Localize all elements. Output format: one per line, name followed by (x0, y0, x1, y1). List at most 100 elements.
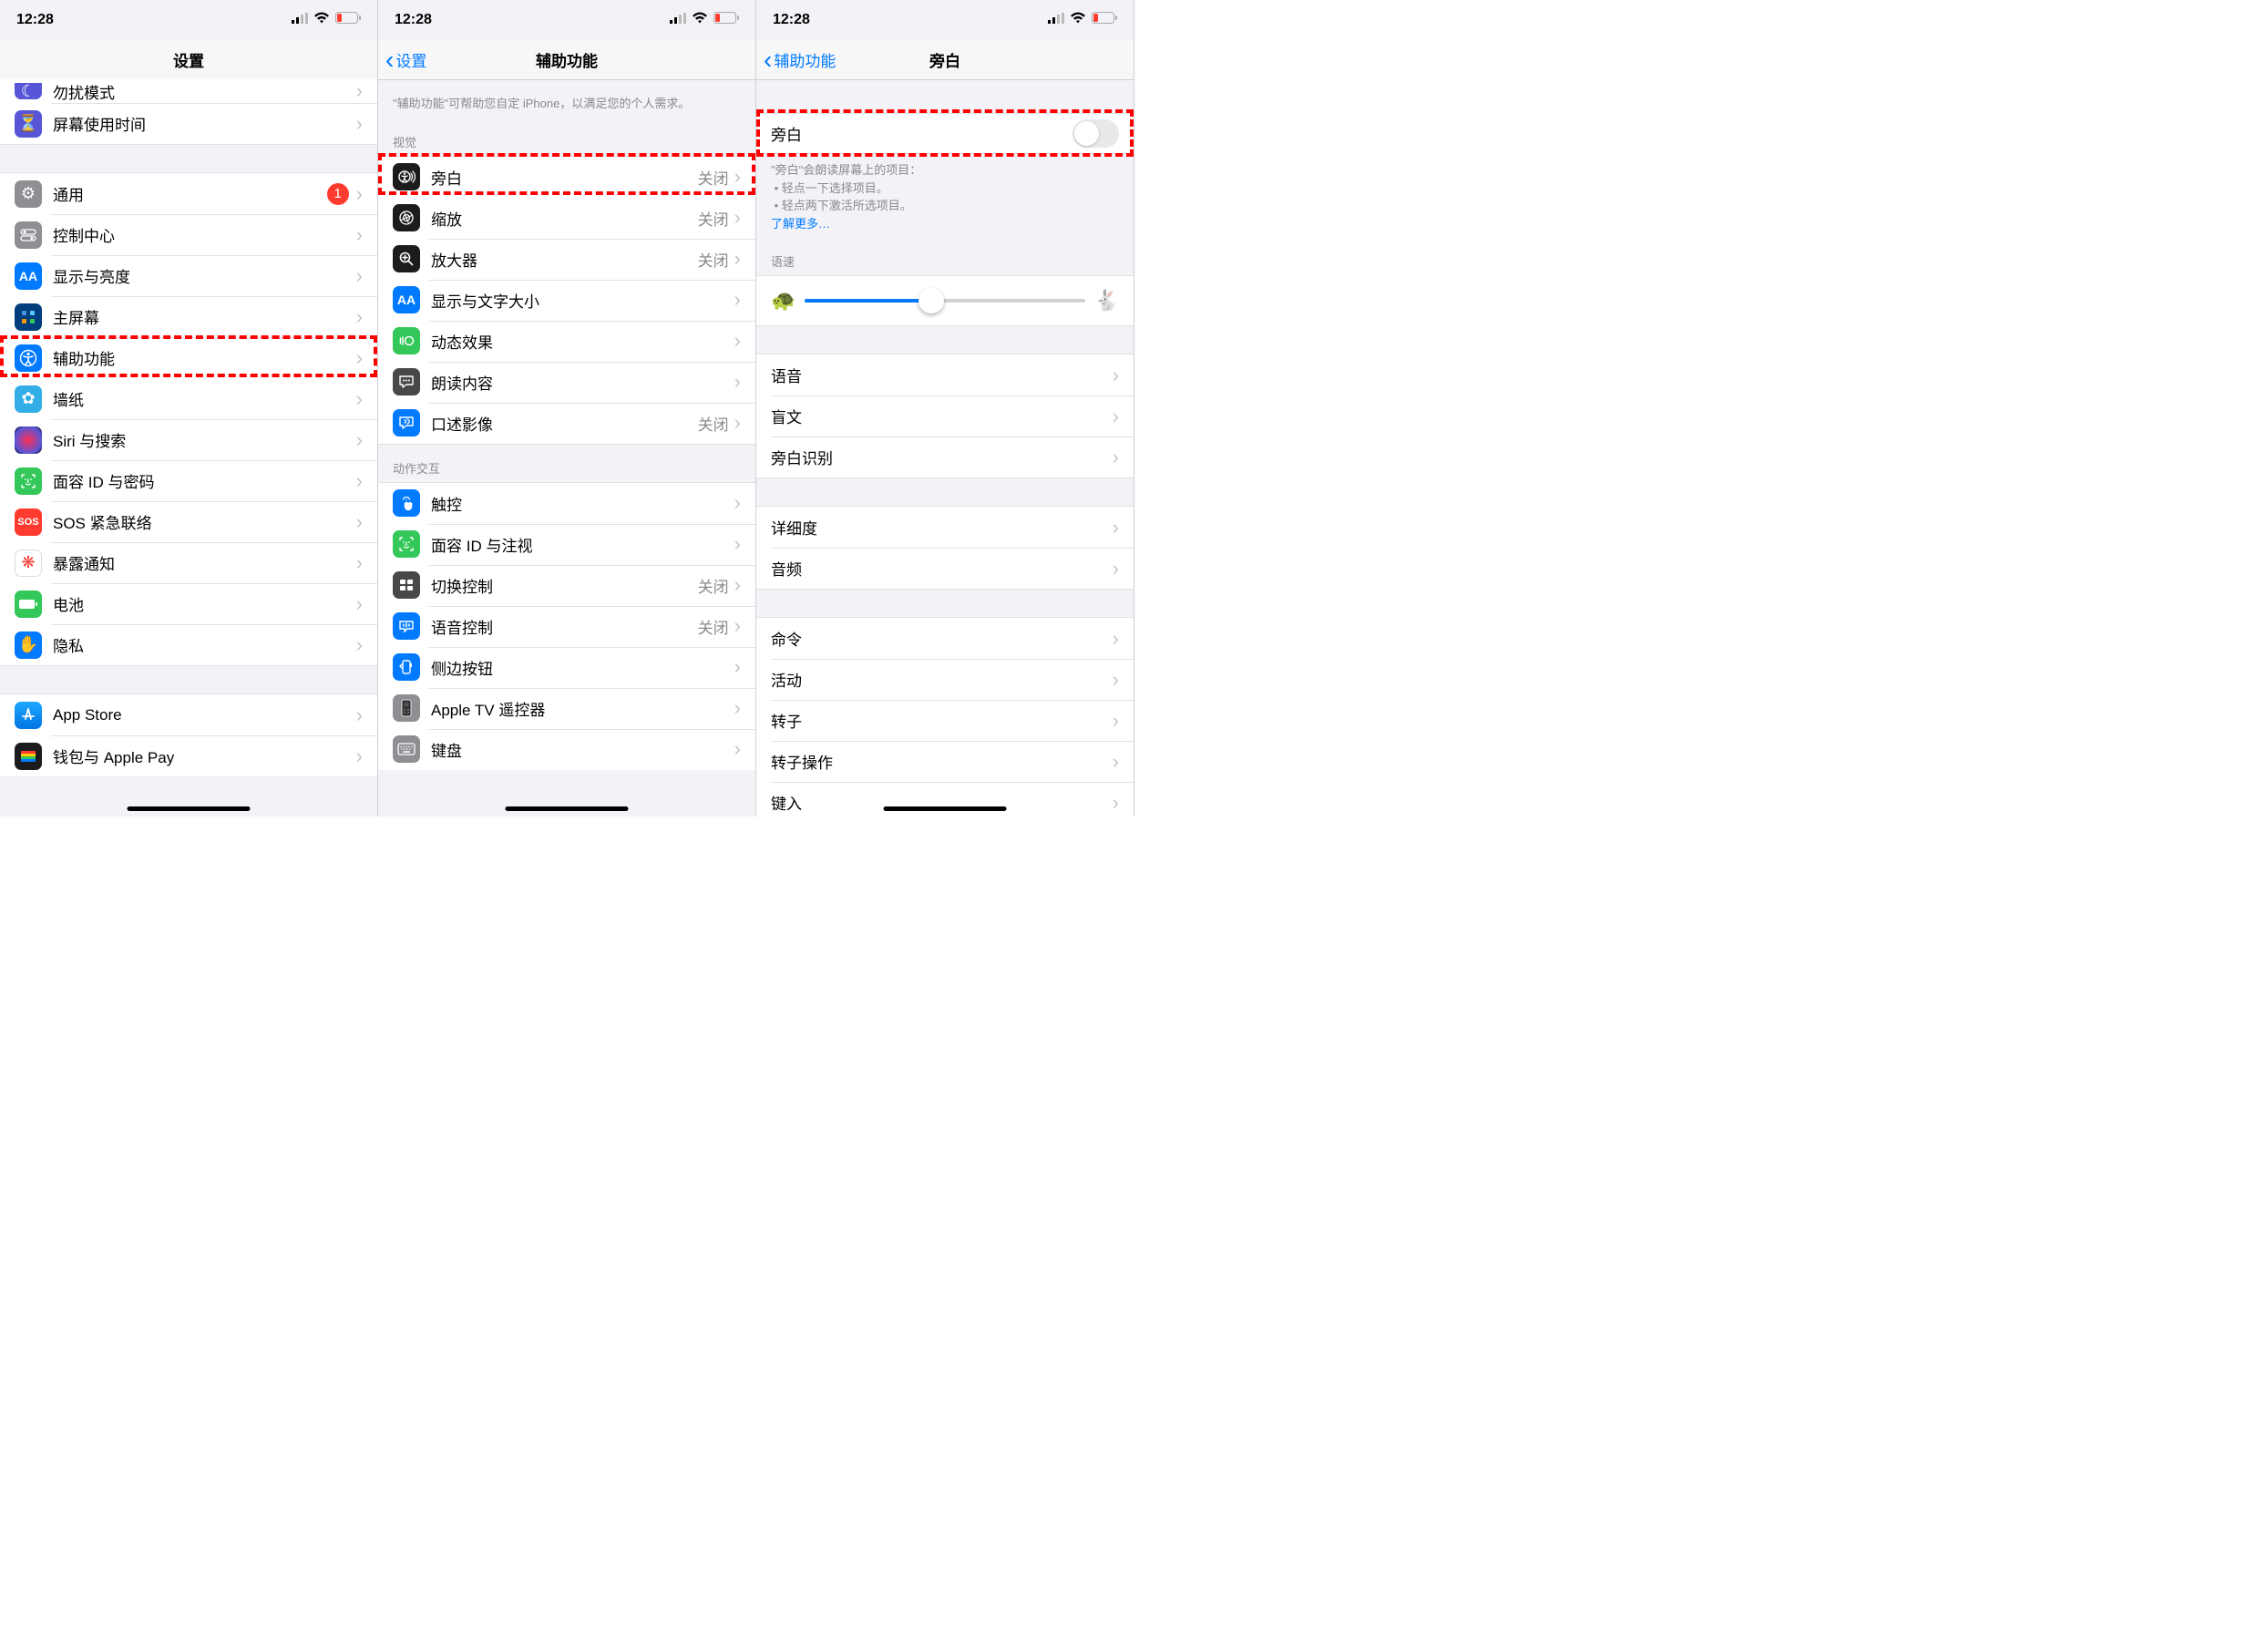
row-faceid-passcode[interactable]: 面容 ID 与密码 › (0, 460, 377, 501)
row-wallet-applepay[interactable]: 钱包与 Apple Pay › (0, 735, 377, 776)
status-bar: 12:28 (756, 0, 1134, 40)
chevron-right-icon: › (356, 223, 363, 247)
speed-slider-row: 🐢 🐇 (756, 275, 1134, 326)
section-vision: 视觉 (378, 118, 755, 156)
row-privacy[interactable]: ✋ 隐私 › (0, 624, 377, 665)
chevron-right-icon: › (734, 532, 741, 556)
row-display-text-size[interactable]: AA 显示与文字大小 › (378, 280, 755, 321)
chevron-right-icon: › (1113, 750, 1119, 774)
row-magnifier[interactable]: 放大器 关闭 › (378, 239, 755, 280)
chevron-right-icon: › (356, 264, 363, 288)
flower-icon: ✿ (15, 385, 42, 413)
chevron-right-icon: › (356, 469, 363, 493)
row-general[interactable]: ⚙ 通用 1 › (0, 173, 377, 214)
chevron-right-icon: › (734, 737, 741, 761)
chevron-right-icon: › (734, 411, 741, 435)
siri-icon (15, 426, 42, 454)
battery-low-icon (713, 12, 739, 28)
chevron-right-icon: › (734, 370, 741, 394)
grid-icon (15, 303, 42, 331)
row-commands[interactable]: 命令› (756, 618, 1134, 659)
page-title: 辅助功能 (536, 48, 598, 71)
chevron-right-icon: › (734, 206, 741, 230)
voiceover-panel: 12:28 ‹ 辅助功能 旁白 旁白 "旁白"会朗读屏幕上的项目： • 轻点一下… (756, 0, 1134, 816)
switch-ctrl-icon (393, 571, 420, 599)
chevron-left-icon: ‹ (385, 47, 394, 73)
chevron-right-icon: › (734, 491, 741, 515)
back-button[interactable]: ‹ 设置 (385, 47, 426, 73)
chevron-right-icon: › (1113, 557, 1119, 580)
gear-icon: ⚙ (15, 180, 42, 208)
row-rotor[interactable]: 转子› (756, 700, 1134, 741)
accessibility-panel: 12:28 ‹ 设置 辅助功能 "辅助功能"可帮助您自定 iPhone，以满足您… (378, 0, 756, 816)
row-wallpaper[interactable]: ✿ 墙纸 › (0, 378, 377, 419)
status-time: 12:28 (395, 12, 432, 28)
row-typing[interactable]: 键入› (756, 782, 1134, 816)
row-vo-recognition[interactable]: 旁白识别› (756, 436, 1134, 478)
row-zoom[interactable]: 缩放 关闭 › (378, 198, 755, 239)
row-braille[interactable]: 盲文› (756, 395, 1134, 436)
row-appletv-remote[interactable]: Apple TV 遥控器 › (378, 688, 755, 729)
signal-icon (670, 12, 686, 28)
row-appstore[interactable]: App Store › (0, 694, 377, 735)
row-touch[interactable]: 触控 › (378, 483, 755, 524)
speed-slider[interactable] (805, 299, 1084, 303)
row-keyboard[interactable]: 键盘 › (378, 729, 755, 770)
row-do-not-disturb[interactable]: ☾ 勿扰模式 › (0, 79, 377, 103)
hare-icon: 🐇 (1094, 289, 1119, 313)
chevron-right-icon: › (1113, 364, 1119, 387)
battery-icon (15, 591, 42, 618)
row-audio[interactable]: 音频› (756, 548, 1134, 589)
row-audio-description[interactable]: 口述影像 关闭 › (378, 403, 755, 444)
faceid-icon (393, 530, 420, 558)
voiceover-switch[interactable] (1072, 119, 1119, 148)
chevron-right-icon: › (1113, 516, 1119, 539)
row-screen-time[interactable]: ⏳ 屏幕使用时间 › (0, 103, 377, 144)
home-indicator[interactable] (506, 806, 629, 811)
row-battery[interactable]: 电池 › (0, 583, 377, 624)
row-exposure-notif[interactable]: ❋ 暴露通知 › (0, 542, 377, 583)
row-spoken-content[interactable]: 朗读内容 › (378, 362, 755, 403)
scroll-area[interactable]: ☾ 勿扰模式 › ⏳ 屏幕使用时间 › ⚙ 通用 1 › 控制中心 › (0, 79, 377, 816)
row-faceid-attention[interactable]: 面容 ID 与注视 › (378, 524, 755, 565)
row-accessibility[interactable]: 辅助功能 › (0, 337, 377, 378)
signal-icon (1048, 12, 1064, 28)
chevron-right-icon: › (734, 696, 741, 720)
chevron-right-icon: › (356, 387, 363, 411)
chevron-right-icon: › (356, 182, 363, 206)
scroll-area[interactable]: "辅助功能"可帮助您自定 iPhone，以满足您的个人需求。 视觉 旁白 关闭 … (378, 80, 755, 816)
row-voice[interactable]: 语音› (756, 354, 1134, 395)
notification-badge: 1 (327, 183, 349, 205)
row-home-screen[interactable]: 主屏幕 › (0, 296, 377, 337)
row-switch-control[interactable]: 切换控制 关闭 › (378, 565, 755, 606)
row-motion[interactable]: 动态效果 › (378, 321, 755, 362)
settings-panel: 12:28 设置 ☾ 勿扰模式 › ⏳ 屏幕使用时间 › ⚙ 通用 (0, 0, 378, 816)
row-emergency-sos[interactable]: SOS SOS 紧急联络 › (0, 501, 377, 542)
back-button[interactable]: ‹ 辅助功能 (764, 47, 836, 73)
learn-more-link[interactable]: 了解更多… (771, 217, 830, 231)
row-display-brightness[interactable]: AA 显示与亮度 › (0, 255, 377, 296)
home-indicator[interactable] (884, 806, 1007, 811)
row-verbosity[interactable]: 详细度› (756, 507, 1134, 548)
row-rotor-actions[interactable]: 转子操作› (756, 741, 1134, 782)
row-voiceover[interactable]: 旁白 关闭 › (378, 157, 755, 198)
nav-bar: ‹ 设置 辅助功能 (378, 40, 755, 80)
scroll-area[interactable]: 旁白 "旁白"会朗读屏幕上的项目： • 轻点一下选择项目。 • 轻点两下激活所选… (756, 80, 1134, 816)
row-control-center[interactable]: 控制中心 › (0, 214, 377, 255)
home-indicator[interactable] (128, 806, 251, 811)
row-voiceover-toggle[interactable]: 旁白 (756, 113, 1134, 154)
voice-ctrl-icon (393, 612, 420, 640)
chevron-right-icon: › (734, 614, 741, 638)
section-speed: 语速 (756, 238, 1134, 275)
moon-icon: ☾ (15, 83, 42, 99)
battery-low-icon (335, 12, 361, 28)
aa-icon: AA (393, 286, 420, 313)
page-title: 旁白 (929, 48, 960, 71)
chevron-right-icon: › (356, 346, 363, 370)
row-activities[interactable]: 活动› (756, 659, 1134, 700)
chevron-right-icon: › (734, 288, 741, 312)
row-side-button[interactable]: 侧边按钮 › (378, 647, 755, 688)
wallet-icon (15, 743, 42, 770)
row-voice-control[interactable]: 语音控制 关闭 › (378, 606, 755, 647)
row-siri-search[interactable]: Siri 与搜索 › (0, 419, 377, 460)
